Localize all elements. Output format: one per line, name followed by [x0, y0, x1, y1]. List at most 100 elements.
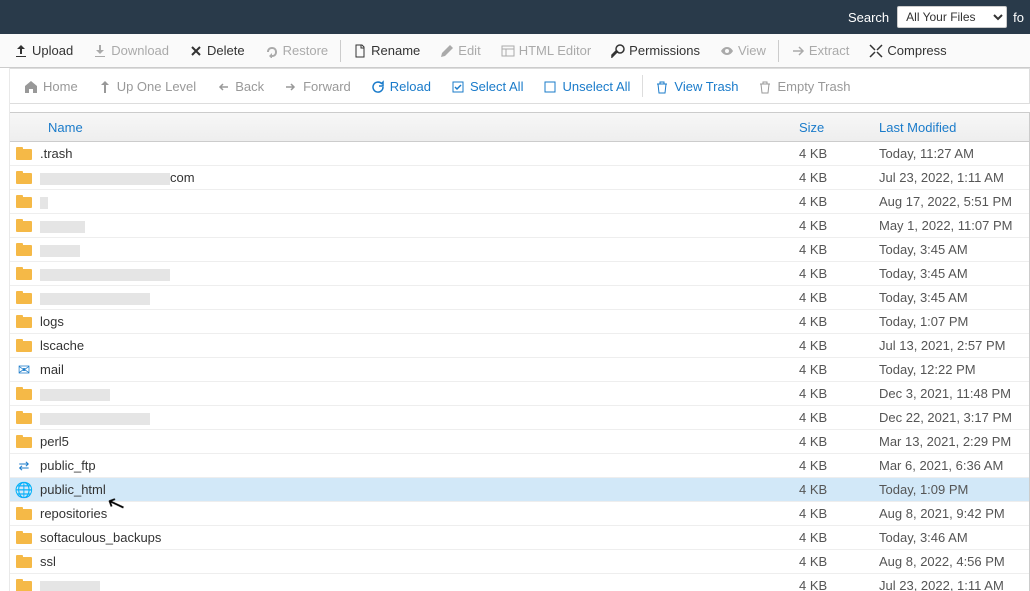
folder-icon [16, 531, 32, 544]
file-size: 4 KB [789, 434, 869, 449]
file-modified: Mar 13, 2021, 2:29 PM [869, 434, 1029, 449]
file-name [38, 386, 789, 401]
column-name[interactable]: Name [38, 120, 789, 135]
permissions-button[interactable]: Permissions [601, 34, 710, 67]
folder-icon [16, 219, 32, 232]
file-size: 4 KB [789, 506, 869, 521]
emptytrash-button[interactable]: Empty Trash [748, 69, 860, 103]
table-row[interactable]: lscache4 KBJul 13, 2021, 2:57 PM [10, 334, 1029, 358]
restore-button: Restore [255, 34, 339, 67]
table-row[interactable]: perl54 KBMar 13, 2021, 2:29 PM [10, 430, 1029, 454]
folder-icon [16, 339, 32, 352]
file-icon [353, 43, 367, 59]
file-size: 4 KB [789, 338, 869, 353]
file-modified: Today, 12:22 PM [869, 362, 1029, 377]
file-size: 4 KB [789, 530, 869, 545]
navbar-label: Back [235, 79, 264, 94]
reload-button[interactable]: Reload [361, 69, 441, 103]
upload-button[interactable]: Upload [4, 34, 83, 67]
table-row[interactable]: 4 KBMay 1, 2022, 11:07 PM [10, 214, 1029, 238]
navbar-label: View Trash [674, 79, 738, 94]
file-size: 4 KB [789, 146, 869, 161]
table-row[interactable]: repositories4 KBAug 8, 2021, 9:42 PM [10, 502, 1029, 526]
forward-button[interactable]: Forward [274, 69, 361, 103]
table-row[interactable]: .trash4 KBToday, 11:27 AM [10, 142, 1029, 166]
arrow-left-icon [216, 78, 230, 94]
table-row[interactable]: 4 KBAug 17, 2022, 5:51 PM [10, 190, 1029, 214]
file-modified: Aug 17, 2022, 5:51 PM [869, 194, 1029, 209]
home-icon [24, 78, 38, 94]
file-size: 4 KB [789, 314, 869, 329]
toolbar-label: Permissions [629, 43, 700, 58]
viewtrash-button[interactable]: View Trash [645, 69, 748, 103]
home-button[interactable]: Home [14, 69, 88, 103]
table-row[interactable]: ⇄public_ftp4 KBMar 6, 2021, 6:36 AM [10, 454, 1029, 478]
file-name [38, 194, 789, 209]
level-up-icon [98, 78, 112, 94]
table-row[interactable]: 4 KBToday, 3:45 AM [10, 238, 1029, 262]
navbar-label: Reload [390, 79, 431, 94]
eye-icon [720, 43, 734, 59]
back-button[interactable]: Back [206, 69, 274, 103]
navbar-label: Unselect All [562, 79, 630, 94]
file-size: 4 KB [789, 266, 869, 281]
file-size: 4 KB [789, 578, 869, 591]
toolbar-label: Upload [32, 43, 73, 58]
folder-icon [16, 195, 32, 208]
folder-icon [16, 171, 32, 184]
file-size: 4 KB [789, 242, 869, 257]
navigation-bar: HomeUp One Level Back Forward Reload Select … [10, 68, 1030, 104]
column-modified[interactable]: Last Modified [869, 120, 1029, 135]
table-row[interactable]: 4 KBJul 23, 2022, 1:11 AM [10, 574, 1029, 591]
view-button: View [710, 34, 776, 67]
trash-icon [655, 78, 669, 94]
file-size: 4 KB [789, 458, 869, 473]
arrow-right-icon [284, 78, 298, 94]
file-modified: Today, 1:07 PM [869, 314, 1029, 329]
file-modified: Today, 3:45 AM [869, 290, 1029, 305]
table-row[interactable]: 4 KBDec 3, 2021, 11:48 PM [10, 382, 1029, 406]
table-row[interactable]: 4 KBToday, 3:45 AM [10, 262, 1029, 286]
selectall-button[interactable]: Select All [441, 69, 533, 103]
left-gutter [0, 68, 10, 591]
compress-icon [869, 43, 883, 59]
file-name [38, 290, 789, 305]
table-row[interactable]: com4 KBJul 23, 2022, 1:11 AM [10, 166, 1029, 190]
file-modified: Mar 6, 2021, 6:36 AM [869, 458, 1029, 473]
table-row[interactable]: softaculous_backups4 KBToday, 3:46 AM [10, 526, 1029, 550]
edit-button: Edit [430, 34, 490, 67]
file-name [38, 242, 789, 257]
file-modified: Dec 3, 2021, 11:48 PM [869, 386, 1029, 401]
table-row[interactable]: 4 KBToday, 3:45 AM [10, 286, 1029, 310]
search-scope-select[interactable]: All Your Files [897, 6, 1007, 28]
rename-button[interactable]: Rename [343, 34, 430, 67]
square-icon [543, 78, 557, 94]
file-size: 4 KB [789, 386, 869, 401]
file-size: 4 KB [789, 218, 869, 233]
folder-icon [16, 555, 32, 568]
table-row[interactable]: 4 KBDec 22, 2021, 3:17 PM [10, 406, 1029, 430]
up-button[interactable]: Up One Level [88, 69, 207, 103]
table-row[interactable]: ssl4 KBAug 8, 2022, 4:56 PM [10, 550, 1029, 574]
file-modified: May 1, 2022, 11:07 PM [869, 218, 1029, 233]
delete-button[interactable]: Delete [179, 34, 255, 67]
file-modified: Aug 8, 2021, 9:42 PM [869, 506, 1029, 521]
trash-icon [758, 78, 772, 94]
file-name: public_ftp [38, 458, 789, 473]
toolbar-label: Rename [371, 43, 420, 58]
table-row[interactable]: 🌐public_html4 KBToday, 1:09 PM [10, 478, 1029, 502]
table-row[interactable]: ✉mail4 KBToday, 12:22 PM [10, 358, 1029, 382]
unselectall-button[interactable]: Unselect All [533, 69, 640, 103]
toolbar-label: Restore [283, 43, 329, 58]
compress-button[interactable]: Compress [859, 34, 956, 67]
search-label: Search [848, 10, 889, 25]
column-size[interactable]: Size [789, 120, 869, 135]
mail-icon: ✉ [18, 361, 31, 379]
file-modified: Jul 13, 2021, 2:57 PM [869, 338, 1029, 353]
file-modified: Dec 22, 2021, 3:17 PM [869, 410, 1029, 425]
file-modified: Today, 1:09 PM [869, 482, 1029, 497]
toolbar-label: View [738, 43, 766, 58]
file-name: logs [38, 314, 789, 329]
file-modified: Aug 8, 2022, 4:56 PM [869, 554, 1029, 569]
table-row[interactable]: logs4 KBToday, 1:07 PM [10, 310, 1029, 334]
